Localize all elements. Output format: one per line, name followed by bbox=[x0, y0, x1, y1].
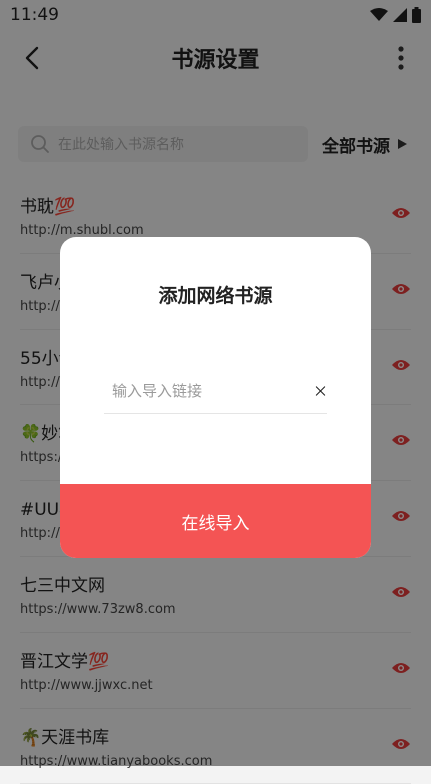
close-icon[interactable] bbox=[314, 380, 327, 402]
add-source-dialog: 添加网络书源 在线导入 bbox=[60, 237, 371, 558]
import-link-input[interactable] bbox=[104, 382, 314, 400]
link-input-field bbox=[104, 369, 327, 414]
online-import-button[interactable]: 在线导入 bbox=[60, 484, 371, 558]
dialog-title: 添加网络书源 bbox=[158, 285, 273, 307]
